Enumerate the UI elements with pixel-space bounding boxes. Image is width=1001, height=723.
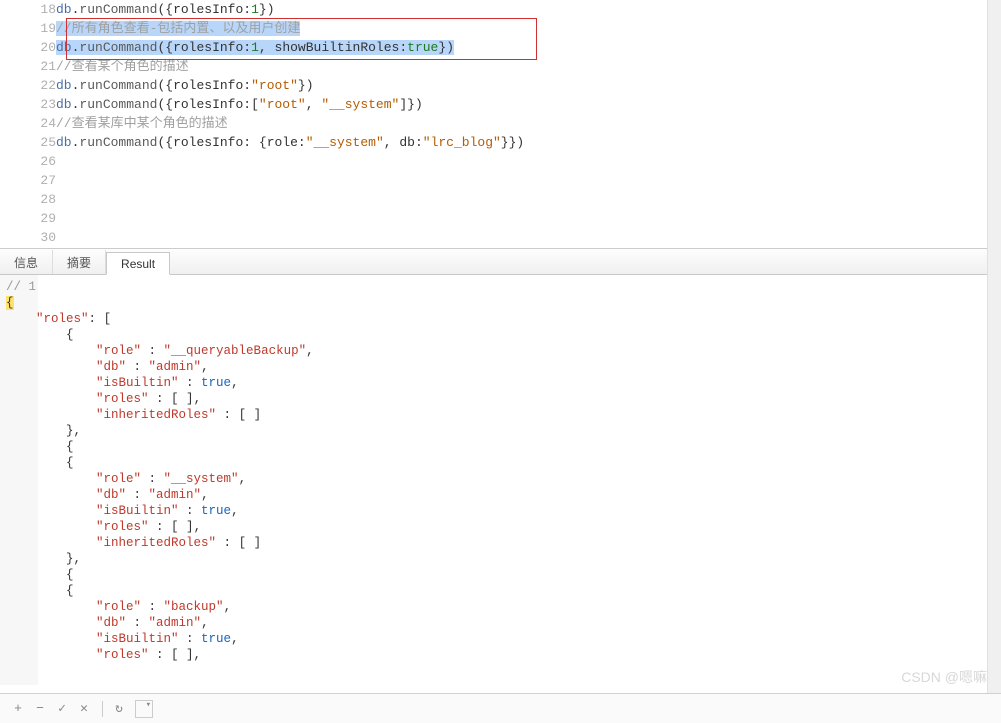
code-line[interactable] (56, 228, 1001, 247)
code-line[interactable] (56, 209, 1001, 228)
plus-icon[interactable]: + (8, 699, 28, 719)
code-line[interactable]: //所有角色查看-包括内置、以及用户创建 (56, 19, 1001, 38)
code-line[interactable] (56, 190, 1001, 209)
watermark: CSDN @嗯嘛 (901, 667, 987, 687)
result-pane[interactable]: // 1 { "roles": [ { "role" : "__queryabl… (0, 275, 1001, 685)
line-number: 21 (0, 57, 56, 76)
line-number: 20 (0, 38, 56, 57)
line-number: 26 (0, 152, 56, 171)
line-number: 29 (0, 209, 56, 228)
code-line[interactable]: db.runCommand({rolesInfo:["root", "__sys… (56, 95, 1001, 114)
result-tabs-bar: 信息摘要Result (0, 249, 1001, 275)
code-line[interactable]: //查看某库中某个角色的描述 (56, 114, 1001, 133)
code-line[interactable]: db.runCommand({rolesInfo:1, showBuiltinR… (56, 38, 1001, 57)
code-line[interactable] (56, 152, 1001, 171)
line-number: 25 (0, 133, 56, 152)
code-line[interactable]: //查看某个角色的描述 (56, 57, 1001, 76)
code-line[interactable] (56, 171, 1001, 190)
dropdown-toggle[interactable] (135, 700, 153, 718)
result-content: // 1 { "roles": [ { "role" : "__queryabl… (6, 279, 1001, 663)
scrollbar-vertical[interactable] (987, 0, 1001, 693)
tab-摘要[interactable]: 摘要 (53, 250, 106, 274)
code-editor-pane[interactable]: 18db.runCommand({rolesInfo:1})19//所有角色查看… (0, 0, 1001, 249)
line-number: 19 (0, 19, 56, 38)
tab-信息[interactable]: 信息 (0, 250, 53, 274)
line-number: 27 (0, 171, 56, 190)
close-icon[interactable]: ✕ (74, 699, 94, 719)
check-icon[interactable]: ✓ (52, 699, 72, 719)
line-number: 18 (0, 0, 56, 19)
code-line[interactable]: db.runCommand({rolesInfo:1}) (56, 0, 1001, 19)
line-number: 28 (0, 190, 56, 209)
code-line[interactable]: db.runCommand({rolesInfo:"root"}) (56, 76, 1001, 95)
line-number: 23 (0, 95, 56, 114)
tab-result[interactable]: Result (106, 252, 170, 275)
minus-icon[interactable]: − (30, 699, 50, 719)
status-bar: + − ✓ ✕ ↻ (0, 693, 1001, 723)
refresh-icon[interactable]: ↻ (109, 699, 129, 719)
separator (102, 701, 103, 717)
line-number: 24 (0, 114, 56, 133)
code-line[interactable]: db.runCommand({rolesInfo: {role:"__syste… (56, 133, 1001, 152)
line-number: 30 (0, 228, 56, 247)
line-number: 22 (0, 76, 56, 95)
